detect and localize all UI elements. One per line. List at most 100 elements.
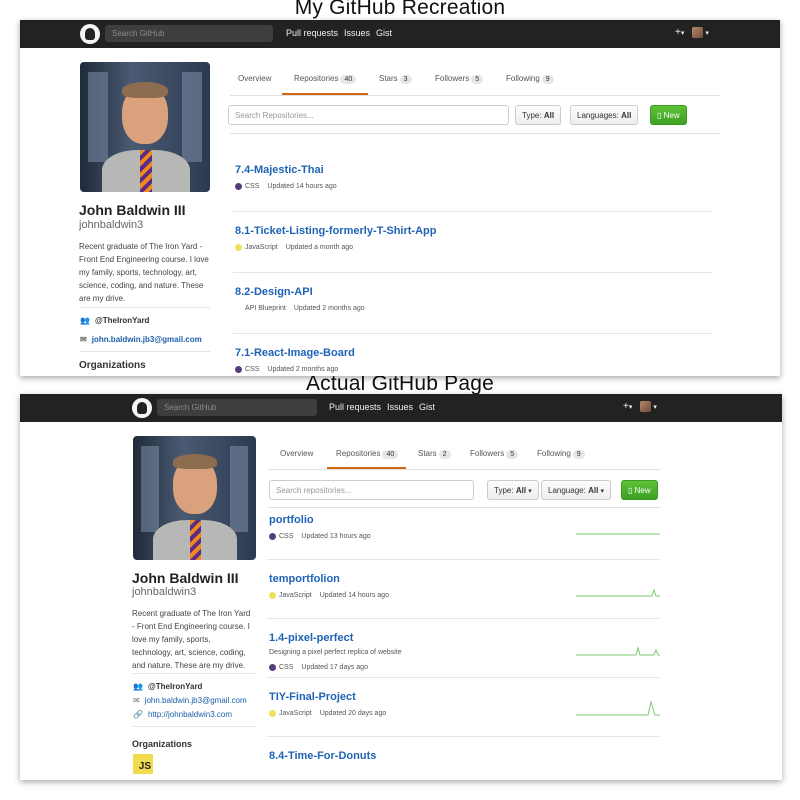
header-actions: +▾ ▾ bbox=[623, 401, 657, 412]
repo-search-input[interactable]: Search Repositories... bbox=[228, 105, 509, 125]
repo-title-link[interactable]: 7.1-React-Image-Board bbox=[235, 347, 355, 359]
repo-divider bbox=[233, 211, 713, 212]
tab-repositories[interactable]: Repositories 40 bbox=[336, 449, 399, 459]
tab-overview[interactable]: Overview bbox=[238, 74, 271, 83]
repo-title-link[interactable]: portfolio bbox=[269, 514, 314, 526]
profile-avatar bbox=[80, 62, 210, 192]
header-nav: Pull requests Issues Gist bbox=[286, 28, 398, 38]
tab-overview[interactable]: Overview bbox=[280, 449, 313, 458]
avatar-icon[interactable] bbox=[692, 27, 704, 38]
new-repo-button[interactable]: ▯ New bbox=[621, 480, 658, 500]
mail-icon: ✉ bbox=[133, 696, 140, 705]
repo-language: API Blueprint bbox=[245, 305, 286, 312]
header-nav: Pull requests Issues Gist bbox=[329, 402, 441, 412]
new-repo-button[interactable]: ▯ New bbox=[650, 105, 687, 125]
github-logo-icon[interactable] bbox=[132, 398, 152, 418]
divider bbox=[132, 726, 256, 727]
repo-icon: ▯ bbox=[628, 486, 633, 495]
tab-count: 5 bbox=[506, 450, 519, 459]
tab-following[interactable]: Following 9 bbox=[537, 449, 585, 459]
language-filter-button[interactable]: Languages: All bbox=[570, 105, 639, 125]
site-search-input[interactable]: Search GitHub bbox=[157, 399, 317, 416]
profile-name: John Baldwin III bbox=[79, 202, 186, 218]
plus-icon[interactable]: +▾ bbox=[675, 27, 684, 38]
nav-gist[interactable]: Gist bbox=[419, 402, 435, 412]
bio-line: are my drive. bbox=[79, 294, 126, 303]
tab-count: 3 bbox=[399, 75, 412, 84]
repo-updated: Updated 14 hours ago bbox=[319, 592, 389, 599]
profile-organization: 👥 @TheIronYard bbox=[80, 316, 149, 325]
language-color-dot bbox=[235, 366, 242, 373]
repo-divider bbox=[267, 559, 659, 560]
tab-following[interactable]: Following 9 bbox=[506, 74, 554, 84]
bio-line: Front End Engineering course. I love bbox=[79, 255, 209, 264]
repo-title-link[interactable]: 8.2-Design-API bbox=[235, 286, 313, 298]
site-header: Search GitHub Pull requests Issues Gist +▾… bbox=[20, 394, 782, 422]
nav-gist[interactable]: Gist bbox=[376, 28, 392, 38]
tab-repositories[interactable]: Repositories 40 bbox=[294, 74, 357, 84]
chevron-down-icon[interactable]: ▾ bbox=[653, 403, 657, 411]
nav-issues[interactable]: Issues bbox=[387, 402, 413, 412]
profile-login: johnbaldwin3 bbox=[132, 586, 197, 598]
chevron-down-icon[interactable]: ▾ bbox=[705, 29, 709, 37]
type-filter-button[interactable]: Type: All ▾ bbox=[487, 480, 539, 500]
language-color-dot bbox=[235, 183, 242, 190]
avatar-icon[interactable] bbox=[640, 401, 652, 412]
profile-email[interactable]: ✉ john.baldwin.jb3@gmail.com bbox=[80, 335, 202, 344]
plus-icon[interactable]: +▾ bbox=[623, 401, 632, 412]
activity-sparkline bbox=[576, 646, 660, 656]
tabs-border bbox=[268, 469, 661, 470]
repo-updated: Updated 2 months ago bbox=[293, 305, 365, 312]
repo-title-link[interactable]: 7.4-Majestic-Thai bbox=[235, 164, 324, 176]
repo-updated: Updated 14 hours ago bbox=[267, 183, 337, 190]
repo-meta: JavaScript Updated 20 days ago bbox=[269, 710, 386, 717]
website-link[interactable]: http://johnbaldwin3.com bbox=[148, 710, 232, 719]
profile-avatar bbox=[133, 436, 256, 560]
nav-issues[interactable]: Issues bbox=[344, 28, 370, 38]
repo-updated: Updated 20 days ago bbox=[319, 710, 387, 717]
nav-pull-requests[interactable]: Pull requests bbox=[286, 28, 338, 38]
language-filter-button[interactable]: Language: All ▾ bbox=[541, 480, 612, 500]
profile-email[interactable]: ✉ john.baldwin.jb3@gmail.com bbox=[133, 696, 247, 705]
repo-title-link[interactable]: 8.1-Ticket-Listing-formerly-T-Shirt-App bbox=[235, 225, 436, 237]
profile-website[interactable]: 🔗 http://johnbaldwin3.com bbox=[133, 710, 232, 719]
tab-followers[interactable]: Followers 5 bbox=[435, 74, 484, 84]
org-badge-js[interactable]: JS bbox=[133, 754, 153, 774]
activity-sparkline bbox=[576, 533, 660, 535]
repo-language: CSS bbox=[245, 366, 260, 373]
repo-updated: Updated 17 days ago bbox=[301, 664, 368, 671]
recreation-screenshot: Search GitHub Pull requests Issues Gist +▾… bbox=[20, 20, 780, 376]
tabs-border bbox=[230, 95, 720, 96]
repo-meta: CSS Updated 14 hours ago bbox=[235, 183, 337, 190]
repo-updated: Updated 13 hours ago bbox=[301, 533, 371, 540]
header-actions: +▾ ▾ bbox=[675, 27, 709, 38]
type-filter-button[interactable]: Type: All bbox=[515, 105, 562, 125]
repo-title-link[interactable]: 1.4-pixel-perfect bbox=[269, 632, 353, 644]
language-color-dot bbox=[235, 244, 242, 251]
tab-stars[interactable]: Stars 2 bbox=[418, 449, 451, 459]
repo-meta: CSS Updated 13 hours ago bbox=[269, 533, 371, 540]
repo-divider bbox=[267, 736, 659, 737]
github-logo-icon[interactable] bbox=[80, 24, 100, 44]
organizations-heading: Organizations bbox=[132, 739, 193, 749]
tab-stars[interactable]: Stars 3 bbox=[379, 74, 412, 84]
email-link[interactable]: john.baldwin.jb3@gmail.com bbox=[145, 696, 247, 705]
tab-count: 40 bbox=[340, 75, 357, 84]
language-color-dot bbox=[269, 592, 276, 599]
nav-pull-requests[interactable]: Pull requests bbox=[329, 402, 381, 412]
bio-line: Recent graduate of The Iron Yard - bbox=[79, 242, 203, 251]
repo-search-input[interactable]: Search repositories... bbox=[269, 480, 474, 500]
divider bbox=[79, 307, 210, 308]
tab-count: 2 bbox=[438, 450, 451, 459]
email-link[interactable]: john.baldwin.jb3@gmail.com bbox=[92, 335, 202, 344]
repo-title-link[interactable]: temportfolion bbox=[269, 573, 340, 585]
repo-title-link[interactable]: 8.4-Time-For-Donuts bbox=[269, 750, 376, 762]
repo-title-link[interactable]: TIY-Final-Project bbox=[269, 691, 356, 703]
repo-divider bbox=[267, 618, 659, 619]
repo-language: CSS bbox=[245, 183, 260, 190]
tab-followers[interactable]: Followers 5 bbox=[470, 449, 519, 459]
site-search-input[interactable]: Search GitHub bbox=[105, 25, 273, 42]
repo-language: CSS bbox=[279, 664, 294, 671]
people-icon: 👥 bbox=[80, 316, 90, 325]
bio-line: Recent graduate of The Iron Yard bbox=[132, 609, 251, 618]
